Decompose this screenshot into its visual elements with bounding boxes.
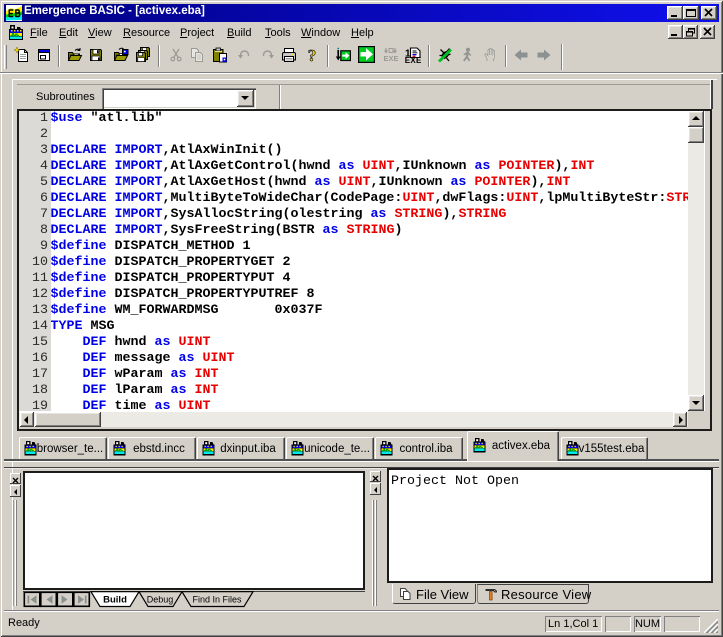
svg-text:Find In Files: Find In Files xyxy=(192,595,242,605)
svg-text:Debug: Debug xyxy=(147,595,174,605)
svg-text:EXE: EXE xyxy=(405,56,421,63)
svg-text:Build: Build xyxy=(103,595,127,606)
svg-text:?: ? xyxy=(308,47,317,63)
svg-text:EXE: EXE xyxy=(383,54,398,63)
